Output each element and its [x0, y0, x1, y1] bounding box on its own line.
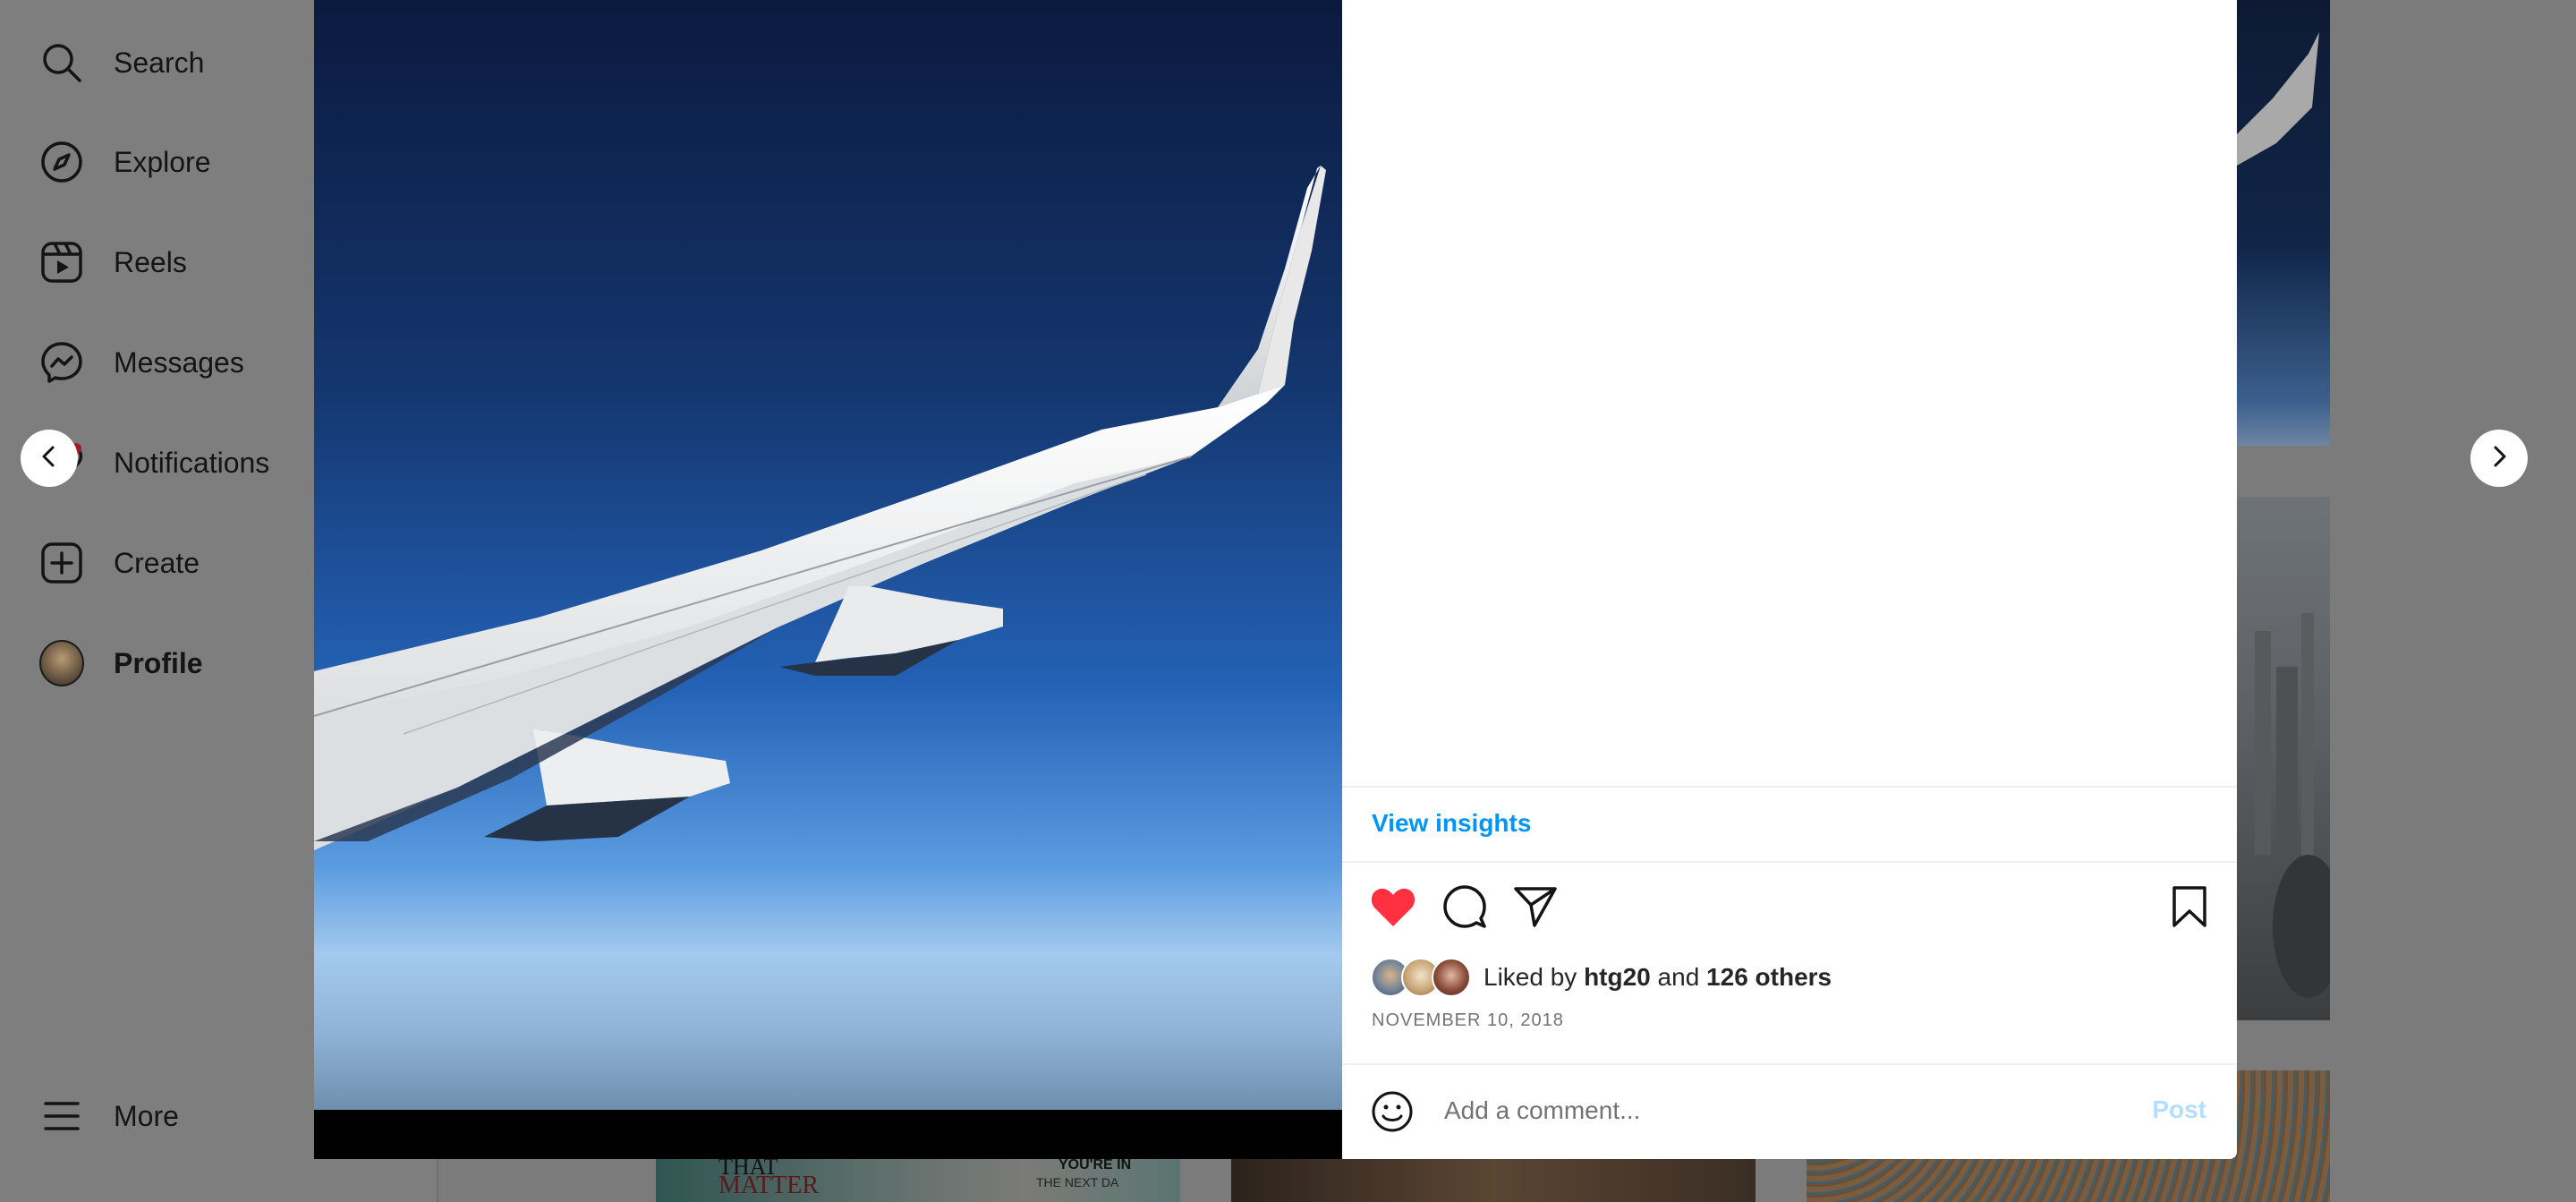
- sidebar-item-more[interactable]: More: [39, 1085, 179, 1147]
- sidebar-item-label: Create: [114, 546, 200, 579]
- sidebar-item-reels[interactable]: Reels: [39, 231, 187, 294]
- search-icon: [39, 40, 84, 85]
- plus-square-icon: [39, 541, 84, 585]
- bookmark-icon: [2171, 885, 2208, 933]
- likes-others-link[interactable]: 126 others: [1706, 963, 1832, 991]
- sidebar-item-label: Profile: [114, 646, 203, 679]
- poster-text: MATTER: [718, 1172, 819, 1199]
- comment-input[interactable]: [1442, 1090, 2072, 1131]
- comment-button[interactable]: [1438, 882, 1492, 935]
- poster-text: THE NEXT DA: [1036, 1175, 1119, 1189]
- skyline-illustration: [2255, 613, 2344, 998]
- save-button[interactable]: [2163, 882, 2216, 935]
- share-button[interactable]: [1509, 882, 1562, 935]
- avatar: [39, 640, 84, 686]
- sidebar-item-messages[interactable]: Messages: [39, 331, 244, 394]
- post-date: NOVEMBER 10, 2018: [1372, 1010, 1564, 1030]
- sidebar-item-explore[interactable]: Explore: [39, 131, 211, 193]
- liker-avatar: [1432, 958, 1471, 997]
- airplane-wing-photo: [314, 0, 1343, 1159]
- sidebar-item-label: More: [114, 1099, 179, 1132]
- chevron-left-icon: [37, 444, 62, 473]
- sidebar-item-label: Reels: [114, 245, 187, 278]
- poster-text: YOU'RE IN: [1058, 1157, 1132, 1172]
- likes-text: Liked by htg20 and 126 others: [1484, 963, 1832, 992]
- comment-icon: [1442, 884, 1487, 933]
- sidebar-item-label: Search: [114, 46, 205, 79]
- sidebar-item-label: Explore: [114, 145, 211, 178]
- heart-filled-icon: [1370, 885, 1416, 933]
- emoji-icon[interactable]: [1371, 1090, 1414, 1133]
- feed-tile-airplane[interactable]: [2237, 0, 2330, 446]
- feed-tile-poster[interactable]: THAT MATTER YOU'RE IN THE NEXT DA: [656, 1154, 1180, 1202]
- sidebar-item-search[interactable]: Search: [39, 31, 204, 94]
- post-image[interactable]: [314, 0, 1343, 1159]
- sidebar-item-create[interactable]: Create: [39, 532, 200, 594]
- paper-plane-icon: [1513, 884, 1558, 933]
- likes-prefix: Liked by: [1484, 963, 1577, 991]
- liker-username-link[interactable]: htg20: [1584, 963, 1651, 991]
- compass-icon: [39, 140, 84, 184]
- chevron-right-icon: [2487, 444, 2512, 473]
- view-insights-link[interactable]: View insights: [1372, 809, 1531, 838]
- wing-illustration: [2237, 32, 2319, 166]
- profile-icon: [39, 640, 84, 686]
- sidebar-item-profile[interactable]: Profile: [39, 632, 203, 695]
- previous-post-button[interactable]: [21, 430, 78, 487]
- feed-tile-city[interactable]: [2237, 497, 2344, 1020]
- sidebar-item-label: Notifications: [114, 446, 270, 479]
- likes-and: and: [1657, 963, 1700, 991]
- next-post-button[interactable]: [2470, 430, 2528, 487]
- insights-row: View insights: [1342, 786, 2237, 863]
- comment-box: Post: [1342, 1063, 2237, 1159]
- feed-tile-dessert[interactable]: [1231, 1159, 1756, 1202]
- reels-icon: [39, 240, 84, 285]
- hamburger-menu-icon: [39, 1094, 84, 1138]
- like-button[interactable]: [1366, 882, 1420, 935]
- sidebar-item-label: Messages: [114, 345, 244, 379]
- post-comment-button[interactable]: Post: [2152, 1095, 2206, 1124]
- messenger-icon: [39, 340, 84, 385]
- post-details-panel: View insights Liked by htg20 and 126 oth…: [1342, 0, 2237, 1159]
- likes-summary[interactable]: Liked by htg20 and 126 others: [1371, 958, 1832, 997]
